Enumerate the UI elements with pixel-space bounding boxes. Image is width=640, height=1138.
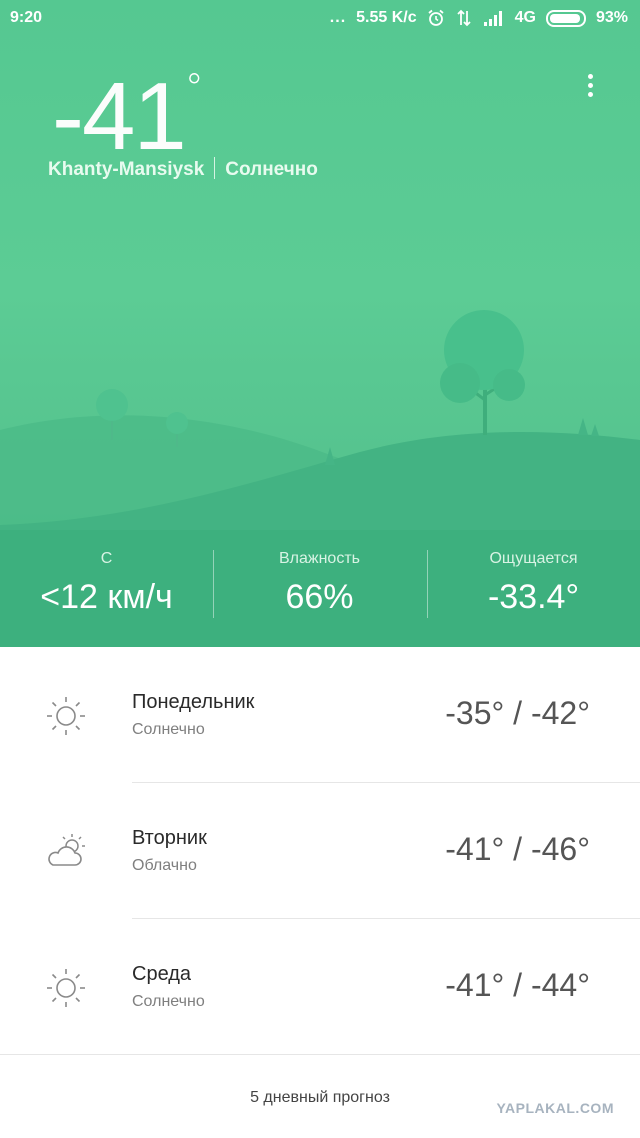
network-type: 4G	[514, 9, 536, 26]
wind-metric: С <12 км/ч	[0, 550, 213, 617]
signal-icon	[483, 11, 502, 26]
status-speed: 5.55 K/c	[356, 9, 417, 26]
forecast-condition: Облачно	[132, 857, 197, 874]
humidity-metric: Влажность 66%	[213, 550, 426, 617]
overflow-menu-button[interactable]	[580, 70, 600, 102]
temperature-value: -41	[52, 63, 187, 170]
wind-label: С	[100, 550, 113, 567]
dot-icon	[587, 74, 593, 79]
forecast-day: Понедельник	[132, 691, 255, 713]
forecast-condition: Солнечно	[132, 993, 205, 1010]
forecast-row[interactable]: Понедельник Солнечно -35° / -42°	[0, 647, 640, 783]
forecast-row[interactable]: Вторник Облачно -41° / -46°	[0, 783, 640, 919]
forecast-range: -41° / -46°	[445, 831, 590, 867]
degree-symbol: °	[184, 66, 204, 110]
separator	[214, 157, 216, 179]
battery-level	[549, 13, 580, 23]
battery-percent: 93%	[595, 9, 628, 26]
location-condition: Khanty-Mansiysk Солнечно	[48, 157, 318, 181]
forecast-condition: Солнечно	[132, 721, 205, 738]
sun-icon	[47, 697, 85, 735]
feels-like-label: Ощущается	[489, 550, 578, 567]
footer: 5 дневный прогноз YAPLAKAL.COM	[0, 1055, 640, 1138]
status-dots: ...	[329, 9, 347, 26]
weather-hero: 9:20 ... 5.55 K/c 4G 93% -41° Khanty-Man…	[0, 0, 640, 647]
forecast-list: Понедельник Солнечно -35° / -42° Вторник…	[0, 647, 640, 1055]
forecast-range: -35° / -42°	[445, 695, 590, 731]
status-bar: 9:20 ... 5.55 K/c 4G 93%	[0, 0, 640, 38]
dot-icon	[587, 92, 593, 97]
status-time: 9:20	[10, 9, 43, 26]
forecast-range: -41° / -44°	[445, 967, 590, 1003]
forecast-day: Среда	[132, 963, 192, 985]
current-condition: Солнечно	[225, 159, 318, 180]
wind-value: <12 км/ч	[40, 578, 173, 616]
battery-icon	[545, 9, 586, 27]
feels-like-metric: Ощущается -33.4°	[427, 550, 640, 617]
humidity-value: 66%	[285, 578, 354, 616]
data-transfer-icon	[456, 9, 471, 27]
feels-like-value: -33.4°	[487, 578, 580, 616]
watermark: YAPLAKAL.COM	[496, 1100, 614, 1116]
alarm-icon	[428, 9, 444, 26]
sun-icon	[47, 969, 85, 1007]
forecast-day: Вторник	[132, 827, 207, 849]
dot-icon	[587, 83, 593, 88]
forecast-row[interactable]: Среда Солнечно -41° / -44°	[0, 919, 640, 1055]
current-temperature: -41°	[52, 66, 204, 165]
cloud-sun-icon	[48, 834, 85, 866]
weather-metrics: С <12 км/ч Влажность 66% Ощущается -33.4…	[0, 540, 640, 630]
city-name[interactable]: Khanty-Mansiysk	[48, 159, 204, 180]
humidity-label: Влажность	[278, 550, 360, 567]
